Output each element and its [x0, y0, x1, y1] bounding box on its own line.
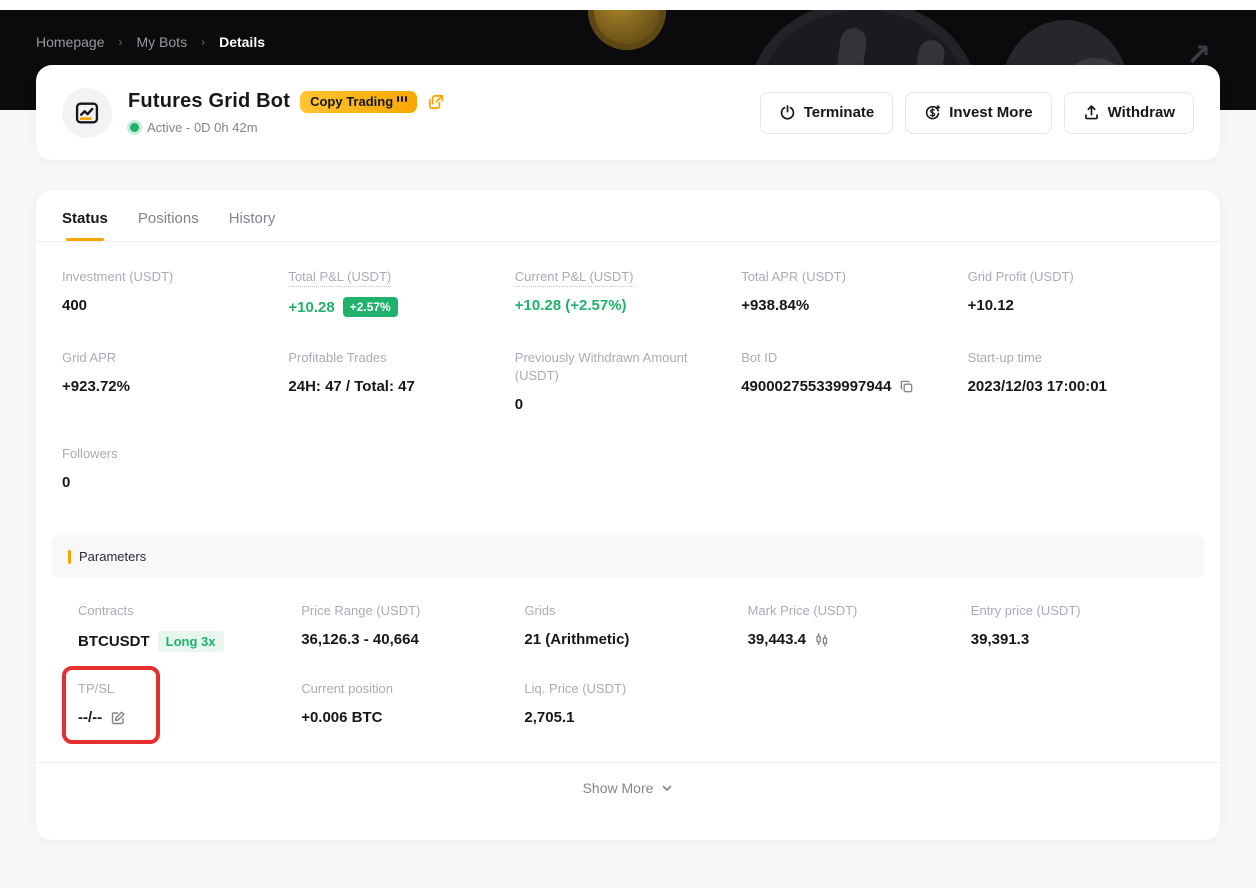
upload-icon	[1083, 104, 1100, 121]
external-link-icon[interactable]	[427, 93, 445, 111]
param-liq-price: Liq. Price (USDT) 2,705.1	[524, 680, 747, 726]
param-contracts: Contracts BTCUSDT Long 3x	[78, 602, 301, 652]
breadcrumb: Homepage › My Bots › Details	[36, 34, 265, 50]
invest-more-button[interactable]: Invest More	[905, 92, 1051, 134]
bot-header-card: Futures Grid Bot Copy Trading Active -	[36, 65, 1220, 160]
param-grids: Grids 21 (Arithmetic)	[524, 602, 747, 652]
stat-total-apr: Total APR (USDT) +938.84%	[741, 268, 967, 317]
param-mark-price: Mark Price (USDT) 39,443.4	[748, 602, 971, 652]
copy-icon[interactable]	[899, 379, 914, 394]
copy-trading-badge[interactable]: Copy Trading	[300, 91, 417, 113]
grid-bot-logo-icon	[62, 88, 112, 138]
show-more-button[interactable]: Show More	[36, 763, 1220, 813]
breadcrumb-details: Details	[219, 34, 265, 50]
tab-positions[interactable]: Positions	[138, 210, 199, 241]
card-footer: Show More	[36, 762, 1220, 813]
stat-investment: Investment (USDT) 400	[62, 268, 288, 317]
status-text: Active - 0D 0h 42m	[147, 120, 258, 135]
stat-grid-apr: Grid APR +923.72%	[62, 349, 288, 413]
stat-total-pl: Total P&L (USDT) +10.28 +2.57%	[288, 268, 514, 317]
parameters-title: Parameters	[79, 549, 146, 564]
accent-bar-icon	[68, 550, 71, 564]
edit-icon[interactable]	[110, 710, 126, 726]
param-entry-price: Entry price (USDT) 39,391.3	[971, 602, 1194, 652]
breadcrumb-separator-icon: ›	[201, 35, 205, 49]
stat-followers: Followers 0	[62, 445, 288, 491]
red-highlight-annotation	[62, 666, 160, 744]
page-title: Futures Grid Bot	[128, 90, 290, 113]
stats-grid: Investment (USDT) 400 Total P&L (USDT) +…	[36, 242, 1220, 531]
dollar-circle-icon	[924, 104, 941, 121]
tab-bar: Status Positions History	[36, 190, 1220, 242]
breadcrumb-separator-icon: ›	[119, 35, 123, 49]
signal-bars-icon	[397, 96, 407, 102]
chevron-down-icon	[661, 782, 673, 794]
breadcrumb-my-bots[interactable]: My Bots	[137, 34, 188, 50]
breadcrumb-homepage[interactable]: Homepage	[36, 34, 105, 50]
stat-startup-time: Start-up time 2023/12/03 17:00:01	[968, 349, 1194, 413]
power-icon	[779, 104, 796, 121]
terminate-button[interactable]: Terminate	[760, 92, 894, 134]
param-price-range: Price Range (USDT) 36,126.3 - 40,664	[301, 602, 524, 652]
parameters-section: Parameters Contracts BTCUSDT Long 3x Pri…	[52, 535, 1204, 750]
parameters-header: Parameters	[52, 535, 1204, 578]
stat-grid-profit: Grid Profit (USDT) +10.12	[968, 268, 1194, 317]
active-status-dot	[130, 123, 139, 132]
stat-bot-id: Bot ID 490002755339997944	[741, 349, 967, 413]
gold-coin-icon	[588, 10, 666, 50]
withdraw-button[interactable]: Withdraw	[1064, 92, 1194, 134]
stat-current-pl: Current P&L (USDT) +10.28 (+2.57%)	[515, 268, 741, 317]
pl-percent-badge: +2.57%	[343, 297, 398, 317]
stat-profitable-trades: Profitable Trades 24H: 47 / Total: 47	[288, 349, 514, 413]
tab-status[interactable]: Status	[62, 210, 108, 241]
header-actions: Terminate Invest More Withdraw	[760, 92, 1194, 134]
candlestick-chart-icon[interactable]	[814, 632, 830, 648]
param-tp-sl: TP/SL --/--	[78, 680, 301, 726]
bot-identity: Futures Grid Bot Copy Trading Active -	[62, 88, 445, 138]
param-current-position: Current position +0.006 BTC	[301, 680, 524, 726]
long-leverage-badge: Long 3x	[158, 631, 224, 652]
stat-previously-withdrawn: Previously Withdrawn Amount (USDT) 0	[515, 349, 741, 413]
tab-history[interactable]: History	[229, 210, 276, 241]
parameters-grid: Contracts BTCUSDT Long 3x Price Range (U…	[52, 578, 1204, 750]
top-strip	[0, 0, 1256, 10]
bot-details-card: Status Positions History Investment (USD…	[36, 190, 1220, 840]
